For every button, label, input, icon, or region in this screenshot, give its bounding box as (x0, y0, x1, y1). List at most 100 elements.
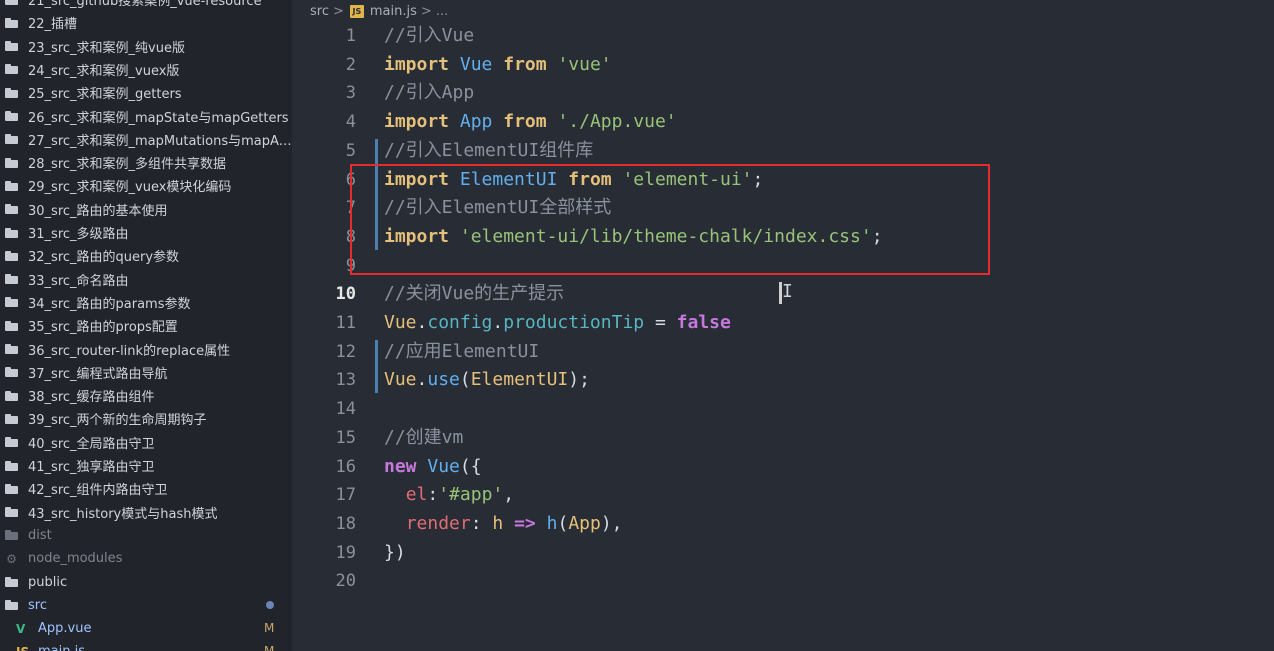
folder-icon (5, 180, 18, 191)
code-line[interactable]: //引入ElementUI组件库 (384, 137, 593, 166)
sidebar-item[interactable]: 37_src_编程式路由导航 (0, 361, 292, 384)
gear-icon: ⚙ (6, 551, 17, 566)
code-token: //引入Vue (384, 25, 475, 46)
sidebar-item[interactable]: 27_src_求和案例_mapMutations与mapAct... (0, 128, 292, 151)
sidebar-item[interactable]: 34_src_路由的params参数 (0, 291, 292, 314)
sidebar-item-label: 37_src_编程式路由导航 (28, 366, 168, 382)
line-number: 17 (335, 485, 356, 506)
breadcrumb-folder[interactable]: src (310, 4, 329, 19)
sidebar-item[interactable]: 21_src_github搜索案例_vue-resource (0, 0, 292, 11)
sidebar-item[interactable]: 22_插槽 (0, 11, 292, 34)
sidebar-item-label: 25_src_求和案例_getters (28, 87, 182, 103)
line-number: 7 (345, 198, 356, 219)
line-number: 9 (345, 255, 356, 276)
sidebar-item[interactable]: ⚙ node_modules (0, 547, 292, 570)
sidebar-item-label: 42_src_组件内路由守卫 (28, 483, 168, 499)
code-token: 'vue' (557, 53, 612, 75)
code-token: ElementUI (470, 369, 569, 391)
sidebar-item[interactable]: 38_src_缓存路由组件 (0, 384, 292, 407)
code-token: false (676, 312, 731, 333)
code-line[interactable]: //应用ElementUI (384, 338, 539, 367)
sidebar-item[interactable]: 42_src_组件内路由守卫 (0, 477, 292, 500)
git-modified-badge: M (264, 644, 274, 651)
folder-icon (5, 250, 18, 261)
sidebar-item[interactable]: 39_src_两个新的生命周期钩子 (0, 407, 292, 430)
code-line[interactable]: //关闭Vue的生产提示 (384, 280, 564, 309)
sidebar-item[interactable]: 32_src_路由的query参数 (0, 244, 292, 267)
line-number: 2 (345, 54, 356, 75)
sidebar-item[interactable]: 35_src_路由的props配置 (0, 314, 292, 337)
sidebar-item[interactable]: 43_src_history模式与hash模式 (0, 501, 292, 524)
code-line[interactable]: render: h => h(App), (384, 510, 623, 539)
breadcrumb-file[interactable]: main.js (370, 4, 417, 19)
code-token: h (546, 512, 558, 534)
line-number: 11 (335, 313, 356, 333)
code-token: . (416, 312, 428, 333)
code-line[interactable]: new Vue({ (384, 453, 482, 482)
sidebar-item[interactable]: 23_src_求和案例_纯vue版 (0, 35, 292, 58)
sidebar-item-label: main.js (38, 644, 85, 651)
sidebar-item[interactable]: 30_src_路由的基本使用 (0, 198, 292, 221)
code-line[interactable]: import App from './App.vue' (384, 108, 677, 137)
sidebar-item-label: 38_src_缓存路由组件 (28, 390, 155, 406)
code-line[interactable]: Vue.use(ElementUI); (384, 366, 590, 395)
sidebar-item[interactable]: 33_src_命名路由 (0, 268, 292, 291)
sidebar-item-label: App.vue (38, 621, 92, 637)
sidebar-item[interactable]: 26_src_求和案例_mapState与mapGetters (0, 105, 292, 128)
sidebar-item-label: 43_src_history模式与hash模式 (28, 506, 218, 522)
sidebar-item-label: 27_src_求和案例_mapMutations与mapAct... (28, 133, 292, 149)
code-line[interactable]: el:'#app', (384, 481, 514, 510)
folder-icon (5, 344, 18, 354)
red-highlight-box (350, 164, 990, 275)
sidebar-item[interactable]: 41_src_独享路由守卫 (0, 454, 292, 477)
folder-icon (5, 111, 18, 121)
code-line[interactable]: import Vue from 'vue' (384, 51, 612, 80)
folder-icon (5, 274, 18, 285)
sidebar-item-label: 24_src_求和案例_vuex版 (28, 63, 180, 79)
line-number: 16 (335, 456, 356, 477)
modified-dot (266, 600, 274, 609)
sidebar-item[interactable]: public (0, 571, 292, 594)
code-token: }) (384, 541, 406, 563)
line-number: 10 (335, 284, 356, 305)
breadcrumb-more[interactable]: > ... (421, 4, 448, 19)
code-token: ), (600, 512, 623, 534)
sidebar-item[interactable]: 40_src_全局路由守卫 (0, 431, 292, 454)
sidebar-item[interactable]: 36_src_router-link的replace属性 (0, 338, 292, 361)
sidebar-item[interactable]: dist (0, 524, 292, 547)
code-line[interactable]: //创建vm (384, 424, 463, 453)
line-number: 20 (335, 571, 356, 592)
code-token: Vue (459, 53, 493, 75)
sidebar-item[interactable]: 29_src_求和案例_vuex模块化编码 (0, 174, 292, 197)
code-token: import (384, 111, 450, 133)
sidebar-item[interactable]: 28_src_求和案例_多组件共享数据 (0, 151, 292, 174)
code-token: el (405, 484, 428, 506)
code-token: from (503, 53, 547, 75)
sidebar-item[interactable]: V App.vue M (0, 617, 292, 640)
js-icon: JS (16, 645, 30, 651)
folder-icon (5, 507, 18, 518)
code-token: //创建vm (384, 426, 464, 448)
sidebar-item[interactable]: 31_src_多级路由 (0, 221, 292, 244)
code-line[interactable]: //引入App (384, 79, 474, 108)
code-token: //应用ElementUI (384, 340, 540, 362)
sidebar-item-label: 23_src_求和案例_纯vue版 (28, 40, 185, 56)
code-line[interactable]: //引入Vue (384, 22, 474, 51)
ibeam-cursor-icon: I (782, 281, 793, 302)
sidebar-item[interactable]: 25_src_求和案例_getters (0, 81, 292, 104)
sidebar-item[interactable]: src (0, 594, 292, 617)
code-token: ( (557, 512, 569, 534)
sidebar-item-label: 22_插槽 (28, 17, 78, 33)
code-editor[interactable]: src > JS main.js > ... 1 //引入Vue 2 import V… (292, 0, 1274, 651)
sidebar-item-label: 32_src_路由的query参数 (28, 250, 180, 266)
sidebar-item[interactable]: JS main.js M (0, 640, 292, 651)
code-line[interactable]: Vue.config.productionTip = false (384, 309, 731, 338)
code-line[interactable]: }) (384, 539, 406, 568)
line-number: 6 (345, 169, 356, 190)
sidebar-item[interactable]: 24_src_求和案例_vuex版 (0, 58, 292, 81)
